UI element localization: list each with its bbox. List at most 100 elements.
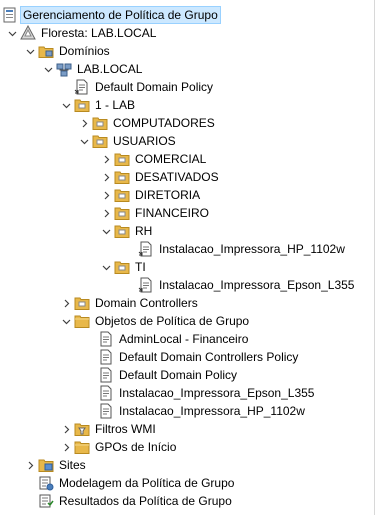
ou-folder-icon [114,223,130,239]
tree-label: Floresta: LAB.LOCAL [41,26,157,40]
ou-folder-icon [74,97,90,113]
tree-label: Instalacao_Impressora_HP_1102w [119,404,305,418]
tree-node-domain-controllers[interactable]: Domain Controllers [60,294,200,312]
wmi-folder-icon [74,421,90,437]
tree-node-comercial[interactable]: COMERCIAL [100,150,208,168]
chevron-right-icon[interactable] [100,186,112,204]
tree-node-desativados[interactable]: DESATIVADOS [100,168,221,186]
tree-label: Sites [59,458,86,472]
tree-node-financeiro[interactable]: FINANCEIRO [100,204,211,222]
tree-label: Instalacao_Impressora_Epson_L355 [159,278,355,292]
domain-icon [56,61,72,77]
tree-node-domain[interactable]: LAB.LOCAL [42,60,144,78]
tree-node-computadores[interactable]: COMPUTADORES [78,114,217,132]
tree-node-modeling[interactable]: Modelagem da Política de Grupo [38,474,236,492]
chevron-down-icon[interactable] [60,312,72,330]
gpo-link-icon [138,277,154,293]
tree-node-usuarios[interactable]: USUARIOS [78,132,178,150]
chevron-down-icon[interactable] [100,258,112,276]
tree-label: Objetos de Política de Grupo [95,314,250,328]
chevron-down-icon[interactable] [60,96,72,114]
tree-label: GPOs de Início [95,440,177,454]
tree-node-root[interactable]: Gerenciamento de Política de Grupo [2,6,221,24]
tree-node-gpo-objects[interactable]: Objetos de Política de Grupo [60,312,251,330]
chevron-right-icon[interactable] [100,204,112,222]
tree-node-wmi-filters[interactable]: Filtros WMI [60,420,158,438]
tree-label: Resultados da Política de Grupo [59,494,232,508]
tree-label: DESATIVADOS [135,170,219,184]
tree-node-gpo[interactable]: Default Domain Policy [98,366,239,384]
tree-label: Filtros WMI [95,422,156,436]
chevron-right-icon[interactable] [100,150,112,168]
tree-label: TI [135,260,146,274]
chevron-right-icon[interactable] [60,294,72,312]
chevron-down-icon[interactable] [78,132,90,150]
tree-label: 1 - LAB [95,98,136,112]
tree-node-rh[interactable]: RH [100,222,154,240]
chevron-right-icon[interactable] [24,456,36,474]
tree-node-gpo[interactable]: Instalacao_Impressora_HP_1102w [98,402,307,420]
tree-node-ti[interactable]: TI [100,258,148,276]
ou-folder-icon [114,205,130,221]
tree-label: RH [135,224,153,238]
tree-label: AdminLocal - Financeiro [119,332,249,346]
tree-label: Modelagem da Política de Grupo [59,476,235,490]
tree-label: LAB.LOCAL [77,62,143,76]
ou-folder-icon [92,115,108,131]
chevron-right-icon[interactable] [100,168,112,186]
gpo-icon [98,385,114,401]
ou-folder-icon [114,169,130,185]
results-icon [38,493,54,509]
sites-icon [38,457,54,473]
gpo-link-icon [74,79,90,95]
gpo-icon [98,403,114,419]
tree-node-starter-gpos[interactable]: GPOs de Início [60,438,178,456]
tree-node-gpo[interactable]: AdminLocal - Financeiro [98,330,250,348]
tree-label: COMERCIAL [135,152,207,166]
gpo-icon [98,349,114,365]
ou-folder-icon [114,151,130,167]
tree-node-ou-lab[interactable]: 1 - LAB [60,96,137,114]
tree-node-sites[interactable]: Sites [24,456,88,474]
tree-label: USUARIOS [113,134,176,148]
chevron-down-icon[interactable] [24,42,36,60]
tree-node-results[interactable]: Resultados da Política de Grupo [38,492,234,510]
tree-label: Default Domain Policy [119,368,238,382]
chevron-down-icon[interactable] [100,222,112,240]
tree-label: Instalacao_Impressora_HP_1102w [159,242,345,256]
chevron-right-icon[interactable] [60,438,72,456]
tree-node-gpo[interactable]: Instalacao_Impressora_Epson_L355 [98,384,316,402]
tree-label: Instalacao_Impressora_Epson_L355 [119,386,315,400]
gpmc-tree: Gerenciamento de Política de Grupo Flore… [0,0,375,515]
chevron-down-icon[interactable] [42,60,54,78]
tree-label: COMPUTADORES [113,116,215,130]
tree-node-diretoria[interactable]: DIRETORIA [100,186,202,204]
domains-icon [38,43,54,59]
folder-icon [74,313,90,329]
ou-folder-icon [74,295,90,311]
ou-folder-icon [92,133,108,149]
gpo-icon [98,331,114,347]
tree-node-forest[interactable]: Floresta: LAB.LOCAL [6,24,158,42]
modeling-icon [38,475,54,491]
ou-folder-icon [114,187,130,203]
tree-node-domains[interactable]: Domínios [24,42,112,60]
tree-node-gpo[interactable]: Default Domain Controllers Policy [98,348,300,366]
gpo-icon [98,367,114,383]
ou-folder-icon [114,259,130,275]
tree-node-gpo-link[interactable]: Default Domain Policy [74,78,215,96]
chevron-right-icon[interactable] [78,114,90,132]
tree-label: Domain Controllers [95,296,198,310]
tree-label: Domínios [59,44,110,58]
chevron-down-icon[interactable] [6,24,18,42]
tree-label: Default Domain Policy [95,80,214,94]
tree-label: Default Domain Controllers Policy [119,350,299,364]
gpo-link-icon [138,241,154,257]
tree-node-gpo-link[interactable]: Instalacao_Impressora_HP_1102w [138,240,347,258]
chevron-right-icon[interactable] [60,420,72,438]
gpmc-root-icon [2,7,18,23]
tree-node-gpo-link[interactable]: Instalacao_Impressora_Epson_L355 [138,276,356,294]
forest-icon [20,25,36,41]
tree-label: FINANCEIRO [135,206,210,220]
tree-label: Gerenciamento de Política de Grupo [20,6,221,24]
